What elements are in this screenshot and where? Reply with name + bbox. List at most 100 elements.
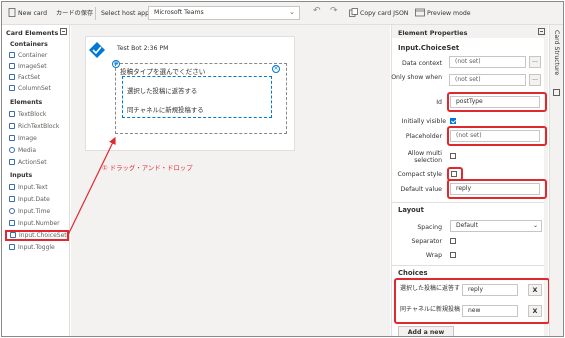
data-context-label: Data context [401, 60, 442, 67]
separator-label: Separator [411, 238, 442, 245]
imageset-icon [9, 63, 15, 69]
richtextblock-icon [9, 123, 15, 129]
toolbar-divider [95, 7, 96, 20]
new-card-button[interactable]: New card [8, 8, 47, 19]
allow-multi-checkbox[interactable] [450, 153, 456, 159]
host-app-select[interactable]: Microsoft Teams ⌄ [148, 6, 300, 20]
choiceset-icon [10, 232, 16, 238]
divider [392, 202, 544, 203]
placeholder-input[interactable]: (not set) [450, 130, 540, 142]
only-show-when-input[interactable]: (not set) [449, 74, 526, 86]
only-show-when-more-button[interactable]: ... [529, 74, 541, 86]
design-canvas[interactable]: Test Bot 2:36 PM ⊗ 投稿タイプを選んでください × 選択した投… [67, 25, 390, 336]
palette-item-input-number[interactable]: Input.Number [9, 220, 67, 230]
columnset-icon [9, 85, 15, 91]
wrap-label: Wrap [425, 252, 442, 259]
palette-item-richtextblock[interactable]: RichTextBlock [9, 123, 67, 133]
add-choice-button[interactable]: Add a new choice [398, 326, 454, 336]
choice-value-input[interactable]: reply [462, 284, 518, 296]
container-icon [9, 52, 15, 58]
compact-style-label: Compact style [397, 171, 443, 178]
new-card-icon [8, 8, 16, 17]
properties-body: Input.ChoiceSet Data context (not set) .… [391, 38, 550, 336]
card-elements-panel: Card Elements Containers Container Image… [2, 25, 70, 336]
palette-item-columnset[interactable]: ColumnSet [9, 85, 67, 95]
expand-icon[interactable] [553, 89, 560, 96]
preview-icon [415, 8, 425, 17]
palette-item-input-choiceset[interactable]: Input.ChoiceSet [5, 230, 69, 241]
divider [392, 265, 544, 266]
card-structure-rail[interactable]: Card Structure [549, 25, 563, 336]
drag-handle-icon[interactable]: ⊗ [112, 60, 120, 68]
data-context-more-button[interactable]: ... [529, 56, 541, 68]
default-value-label: Default value [400, 186, 442, 193]
default-value-input[interactable]: reply [450, 183, 540, 195]
palette-item-input-time[interactable]: Input.Time [9, 208, 67, 218]
redo-icon[interactable]: ↷ [330, 6, 338, 17]
palette-item-factset[interactable]: FactSet [9, 74, 67, 84]
copy-json-button[interactable]: Copy card JSON [349, 8, 408, 19]
section-choiceset: Input.ChoiceSet [398, 44, 460, 52]
actionset-icon [9, 159, 15, 165]
palette-item-actionset[interactable]: ActionSet [9, 159, 67, 169]
category-containers: Containers [10, 41, 48, 48]
section-layout: Layout [398, 206, 424, 214]
compact-style-checkbox[interactable] [451, 171, 457, 177]
remove-element-icon[interactable]: × [272, 65, 280, 73]
toolbar: New card カードの保存 Select host app: Microso… [2, 2, 563, 25]
designer-window: New card カードの保存 Select host app: Microso… [1, 1, 564, 337]
id-input[interactable]: postType [450, 96, 540, 108]
only-show-when-label: Only show when [391, 74, 442, 81]
spacing-value: Default [456, 222, 478, 229]
placeholder-label: Placeholder [405, 133, 442, 140]
collapse-icon[interactable] [60, 28, 67, 35]
data-context-input[interactable]: (not set) [449, 56, 526, 68]
choice-option[interactable]: 同チャネルに新規投稿する [127, 105, 204, 114]
input-text-icon [9, 184, 15, 190]
choiceset-options[interactable]: 選択した投稿に返答する 同チャネルに新規投稿する [122, 76, 272, 118]
adaptive-cards-logo-icon [89, 42, 105, 58]
chevron-down-icon: ⌄ [289, 8, 295, 16]
textblock-icon [9, 111, 15, 117]
host-app-label: Select host app: [101, 10, 152, 17]
choice-option[interactable]: 選択した投稿に返答する [127, 86, 197, 95]
copy-icon [349, 8, 358, 17]
palette-item-textblock[interactable]: TextBlock [9, 111, 67, 121]
id-label: Id [436, 99, 442, 106]
choice-value-input[interactable]: new [462, 305, 518, 317]
spacing-label: Spacing [417, 224, 442, 231]
allow-multi-label: Allow multi selection [407, 150, 442, 164]
initially-visible-label: Initially visible [401, 118, 446, 125]
remove-choice-button[interactable]: X [528, 305, 542, 317]
choice-title-input[interactable]: 選択した投稿に返答す [398, 284, 460, 296]
number-icon [9, 220, 15, 226]
host-app-value: Microsoft Teams [154, 9, 204, 16]
palette-item-container[interactable]: Container [9, 52, 67, 62]
properties-title: Element Properties [398, 29, 468, 37]
initially-visible-checkbox[interactable] [450, 118, 456, 124]
palette-item-imageset[interactable]: ImageSet [9, 63, 67, 73]
preview-mode-button[interactable]: Preview mode [415, 8, 471, 19]
adaptive-card-preview[interactable]: Test Bot 2:36 PM ⊗ 投稿タイプを選んでください × 選択した投… [85, 36, 295, 151]
separator-checkbox[interactable] [450, 238, 456, 244]
spacing-select[interactable]: Default ⌄ [450, 220, 542, 232]
card-sender-title: Test Bot 2:36 PM [117, 45, 169, 52]
palette-item-image[interactable]: Image [9, 135, 67, 145]
choice-title-input[interactable]: 同チャネルに新規投稿 [398, 305, 460, 317]
choiceset-container[interactable]: ⊗ 投稿タイプを選んでください × 選択した投稿に返答する 同チャネルに新規投稿… [112, 60, 287, 134]
undo-icon[interactable]: ↶ [313, 6, 321, 17]
clock-icon [9, 208, 15, 214]
collapse-icon[interactable] [538, 28, 545, 35]
palette-item-input-date[interactable]: Input.Date [9, 196, 67, 206]
image-icon [9, 135, 15, 141]
factset-icon [9, 74, 15, 80]
element-properties-panel: Element Properties Input.ChoiceSet Data … [391, 25, 550, 336]
palette-item-input-text[interactable]: Input.Text [9, 184, 67, 194]
remove-choice-button[interactable]: X [528, 284, 542, 296]
chevron-down-icon: ⌄ [532, 222, 538, 229]
save-card-button[interactable]: カードの保存 [56, 8, 93, 19]
drag-drop-annotation: ① ドラッグ・アンド・ドロップ [102, 164, 193, 172]
palette-item-media[interactable]: Media [9, 147, 67, 157]
wrap-checkbox[interactable] [450, 252, 456, 258]
palette-item-input-toggle[interactable]: Input.Toggle [9, 244, 67, 254]
